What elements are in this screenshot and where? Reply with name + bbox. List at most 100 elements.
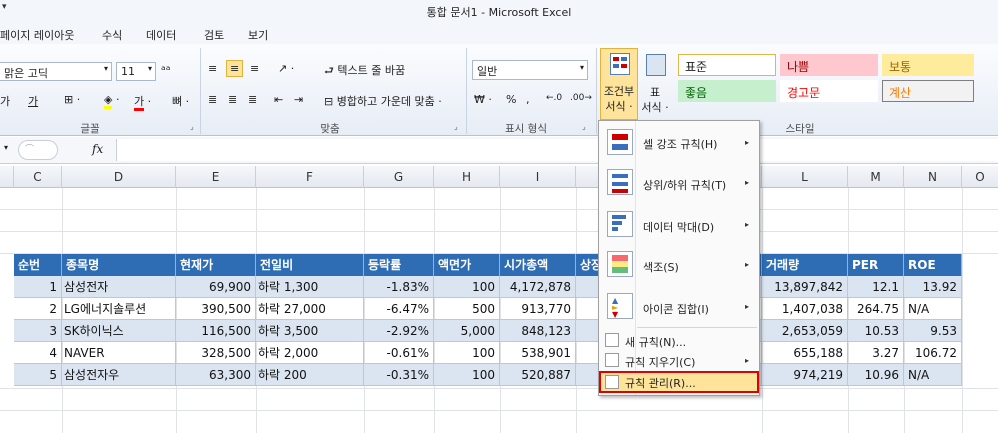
table-header-cell[interactable]: 순번: [14, 254, 62, 276]
column-header-l[interactable]: L: [762, 166, 848, 188]
font-color-icon[interactable]: 가 ·: [134, 93, 151, 111]
percent-icon[interactable]: %: [506, 93, 516, 106]
table-cell[interactable]: 12.1: [848, 276, 904, 298]
style-warning[interactable]: 경고문: [780, 80, 878, 102]
align-top-icon[interactable]: ≡: [208, 62, 217, 75]
cf-menu-data-bars[interactable]: 데이터 막대(D) ▸: [599, 205, 759, 243]
table-cell[interactable]: 500: [434, 298, 500, 320]
table-cell[interactable]: 848,123: [500, 320, 576, 342]
fill-color-icon[interactable]: ◈ ·: [104, 93, 119, 109]
font-size-field[interactable]: 11 ▾: [116, 62, 156, 81]
table-cell[interactable]: -2.92%: [364, 320, 434, 342]
table-header-cell[interactable]: 액면가: [434, 254, 500, 276]
column-header-i[interactable]: I: [500, 166, 576, 188]
table-cell[interactable]: N/A: [904, 364, 962, 386]
style-normal[interactable]: 표준: [678, 54, 776, 76]
increase-indent-icon[interactable]: ⇥: [294, 93, 303, 106]
currency-icon[interactable]: ₩ ·: [474, 93, 492, 106]
table-cell[interactable]: -0.61%: [364, 342, 434, 364]
formula-input[interactable]: [116, 139, 998, 161]
table-cell[interactable]: 328,500: [176, 342, 256, 364]
tab-formulas[interactable]: 수식: [102, 27, 122, 43]
column-header-g[interactable]: G: [364, 166, 434, 188]
decrease-decimal-icon[interactable]: .00→: [570, 93, 592, 103]
cf-menu-top-bottom-rules[interactable]: 상위/하위 규칙(T) ▸: [599, 163, 759, 201]
cf-menu-highlight-rules[interactable]: 셀 강조 규칙(H) ▸: [599, 123, 759, 161]
table-cell[interactable]: 1: [14, 276, 62, 298]
formula-bar-handle[interactable]: ⌒: [18, 140, 58, 160]
table-header-cell[interactable]: 전일비: [256, 254, 364, 276]
align-right-icon[interactable]: ≣: [248, 93, 257, 106]
table-cell[interactable]: 하락 2,000: [256, 342, 364, 364]
increase-decimal-icon[interactable]: ←.0: [546, 93, 562, 103]
table-header-cell[interactable]: PER: [848, 254, 904, 276]
number-launcher-icon[interactable]: ⌟: [582, 122, 586, 131]
name-box-arrow-icon[interactable]: ▾: [4, 143, 8, 152]
align-bottom-icon[interactable]: ≡: [250, 62, 259, 75]
table-cell[interactable]: 13,897,842: [762, 276, 848, 298]
align-middle-icon[interactable]: ≡: [226, 60, 244, 77]
table-header-cell[interactable]: 등락률: [364, 254, 434, 276]
table-header-cell[interactable]: 종목명: [62, 254, 176, 276]
cf-menu-new-rule[interactable]: 새 규칙(N)...: [599, 331, 759, 351]
table-cell[interactable]: 69,900: [176, 276, 256, 298]
decrease-indent-icon[interactable]: ⇤: [274, 93, 283, 106]
table-cell[interactable]: 655,188: [762, 342, 848, 364]
format-as-table-button[interactable]: 표 서식 ·: [640, 50, 670, 120]
column-header-e[interactable]: E: [176, 166, 256, 188]
table-cell[interactable]: 13.92: [904, 276, 962, 298]
table-cell[interactable]: 3: [14, 320, 62, 342]
font-launcher-icon[interactable]: ⌟: [190, 122, 194, 131]
column-header-n[interactable]: N: [904, 166, 962, 188]
table-cell[interactable]: 390,500: [176, 298, 256, 320]
table-cell[interactable]: -6.47%: [364, 298, 434, 320]
italic-icon[interactable]: 가: [0, 93, 10, 109]
table-cell[interactable]: 2,653,059: [762, 320, 848, 342]
table-cell[interactable]: -1.83%: [364, 276, 434, 298]
number-format-field[interactable]: 일반 ▾: [472, 60, 588, 80]
tab-review[interactable]: 검토: [204, 27, 224, 43]
phonetic-icon[interactable]: 뼈 ·: [172, 93, 189, 109]
table-cell[interactable]: LG에너지솔루션: [62, 298, 176, 320]
table-cell[interactable]: 하락 200: [256, 364, 364, 386]
tab-page-layout[interactable]: 페이지 레이아웃: [0, 27, 74, 43]
merge-center-button[interactable]: ⊟ 병합하고 가운데 맞춤 ·: [324, 93, 442, 109]
table-cell[interactable]: 하락 1,300: [256, 276, 364, 298]
table-cell[interactable]: 520,887: [500, 364, 576, 386]
table-cell[interactable]: 5: [14, 364, 62, 386]
font-name-field[interactable]: 맑은 고딕 ▾: [0, 62, 112, 81]
grow-font-icon[interactable]: ᵃᵃ: [161, 63, 170, 77]
cf-menu-icon-sets[interactable]: ▲ ► ▼ 아이콘 집합(I) ▸: [599, 287, 759, 325]
column-header-c[interactable]: C: [14, 166, 62, 188]
align-left-icon[interactable]: ≣: [208, 93, 217, 106]
wrap-text-button[interactable]: ⮐ 텍스트 줄 바꿈: [324, 62, 405, 81]
table-cell[interactable]: 913,770: [500, 298, 576, 320]
table-header-cell[interactable]: 시가총액: [500, 254, 576, 276]
cf-menu-clear-rules[interactable]: 규칙 지우기(C) ▸: [599, 351, 759, 371]
table-cell[interactable]: 264.75: [848, 298, 904, 320]
table-header-cell[interactable]: 거래량: [762, 254, 848, 276]
table-cell[interactable]: 4: [14, 342, 62, 364]
column-header-f[interactable]: F: [256, 166, 364, 188]
style-bad[interactable]: 나쁨: [780, 54, 878, 76]
select-all-corner[interactable]: [0, 166, 14, 188]
table-cell[interactable]: 63,300: [176, 364, 256, 386]
insert-function-icon[interactable]: fx: [92, 142, 103, 156]
table-cell[interactable]: 삼성전자: [62, 276, 176, 298]
table-cell[interactable]: NAVER: [62, 342, 176, 364]
table-cell[interactable]: 4,172,878: [500, 276, 576, 298]
table-cell[interactable]: 974,219: [762, 364, 848, 386]
column-header-m[interactable]: M: [848, 166, 904, 188]
tab-view[interactable]: 보기: [248, 27, 268, 43]
tab-data[interactable]: 데이터: [146, 27, 176, 43]
table-cell[interactable]: 3.27: [848, 342, 904, 364]
style-good[interactable]: 좋음: [678, 80, 776, 102]
table-cell[interactable]: 100: [434, 364, 500, 386]
table-cell[interactable]: 100: [434, 342, 500, 364]
table-header-cell[interactable]: ROE: [904, 254, 962, 276]
table-cell[interactable]: 10.96: [848, 364, 904, 386]
orientation-icon[interactable]: ↗ ·: [278, 62, 294, 75]
conditional-formatting-button[interactable]: 조건부 서식 ·: [600, 48, 638, 120]
underline-icon[interactable]: 가: [28, 93, 38, 109]
table-cell[interactable]: 116,500: [176, 320, 256, 342]
